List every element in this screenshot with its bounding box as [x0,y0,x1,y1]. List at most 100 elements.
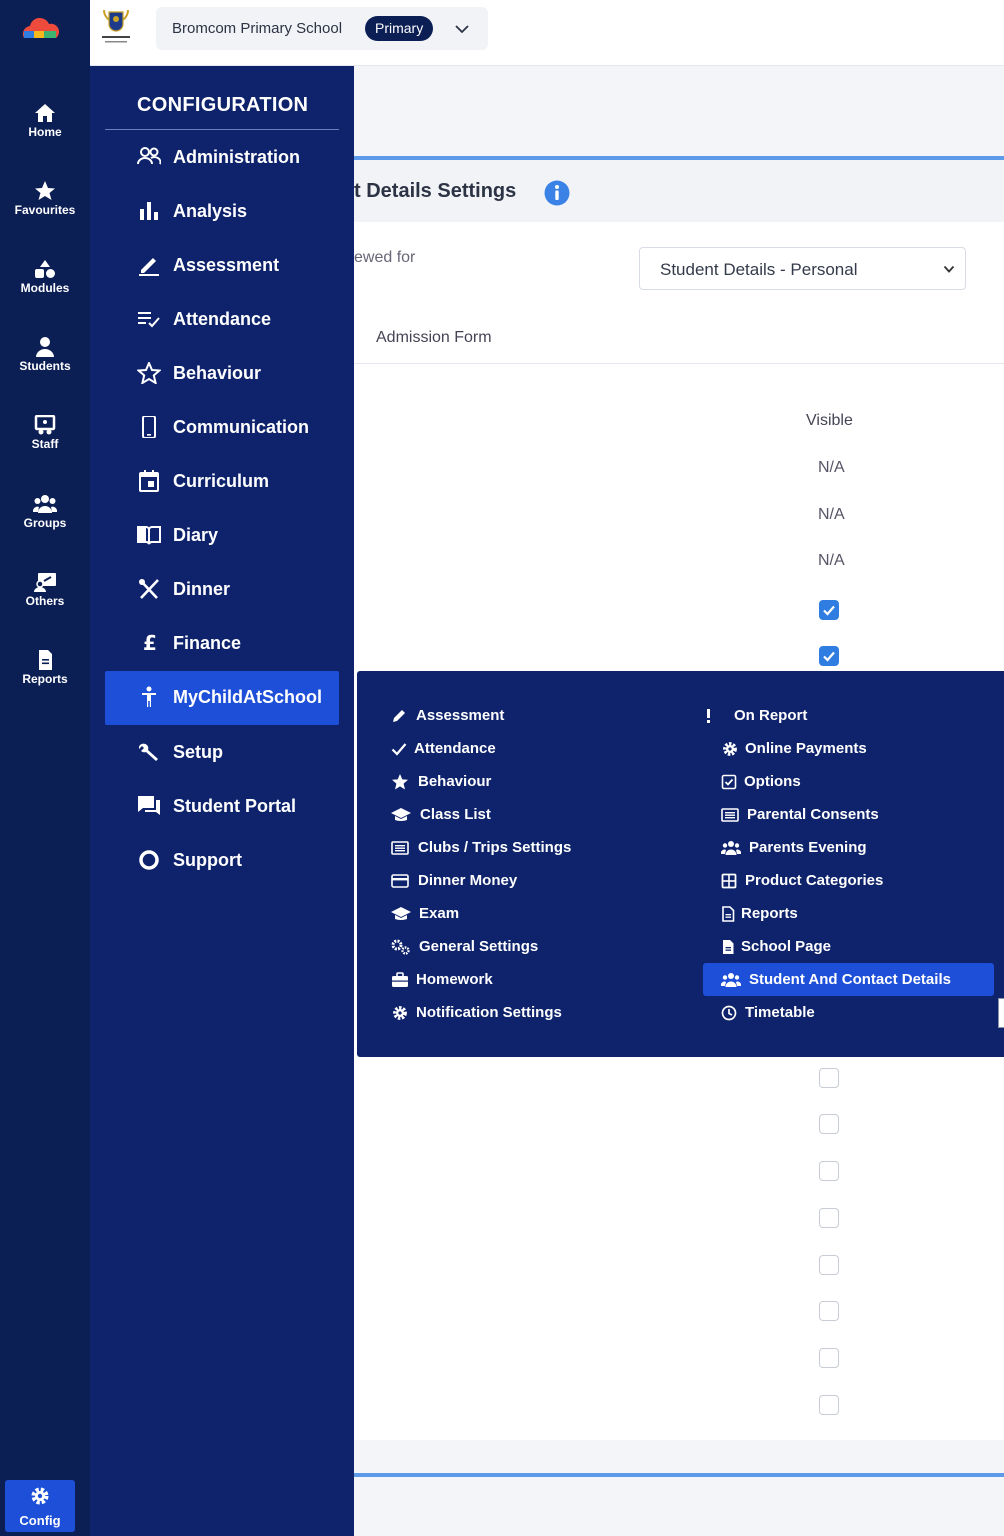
submenu-item-label: General Settings [419,938,539,955]
submenu-item-label: Class List [420,806,491,823]
submenu-item-label: Timetable [745,1004,815,1021]
submenu-item-label: Attendance [414,740,496,757]
rail-home[interactable]: Home [0,103,90,163]
view-selector[interactable]: Student Details - Personal [639,247,966,290]
submenu-item-notification-settings[interactable]: Notification Settings [391,998,691,1028]
config-item-label: Communication [173,417,310,437]
submenu-item-parents-evening[interactable]: Parents Evening [703,833,994,863]
users-icon [137,147,161,165]
pen-icon [139,258,159,276]
submenu-item-label: Parents Evening [749,839,867,856]
config-item-assessment[interactable]: Assessment [105,239,339,293]
submenu-item-class-list[interactable]: Class List [391,800,691,830]
submenu-item-label: Parental Consents [747,806,879,823]
book-icon [137,526,161,545]
config-item-diary[interactable]: Diary [105,509,339,563]
modules-icon [35,260,55,278]
visible-cell: N/A [818,506,845,523]
config-item-support[interactable]: Support [105,834,339,888]
configuration-menu: CONFIGURATION Administration Analysis As… [90,66,354,1536]
config-item-analysis[interactable]: Analysis [105,185,339,239]
visible-checkbox[interactable] [819,646,839,666]
config-item-finance[interactable]: £ Finance [105,617,339,671]
view-selector-value: Student Details - Personal [660,260,858,279]
visible-checkbox[interactable] [819,1161,839,1181]
config-item-dinner[interactable]: Dinner [105,563,339,617]
exclamation-icon [707,709,710,723]
rail-groups[interactable]: Groups [0,494,90,554]
visible-checkbox[interactable] [819,1208,839,1228]
submenu-item-student-and-contact-details[interactable]: Student And Contact Details [703,963,994,996]
submenu-item-timetable[interactable]: Timetable [703,998,994,1028]
submenu-item-attendance[interactable]: Attendance [391,734,691,764]
config-item-administration[interactable]: Administration [105,131,339,185]
submenu-item-label: Online Payments [745,740,867,757]
checklist-icon [138,312,160,328]
submenu-item-on-report[interactable]: On Report [703,701,994,731]
home-icon [35,104,55,122]
staff-icon [34,415,56,435]
submenu-item-parental-consents[interactable]: Parental Consents [703,800,994,830]
school-crest-icon [102,9,130,43]
school-phase-badge: Primary [365,16,434,41]
scrollbar-handle[interactable] [998,998,1004,1028]
rail-label: Home [28,125,62,139]
check-icon [391,743,407,756]
submenu-item-online-payments[interactable]: Online Payments [703,734,994,764]
config-item-behaviour[interactable]: Behaviour [105,347,339,401]
submenu-item-homework[interactable]: Homework [391,965,691,995]
submenu-item-assessment[interactable]: Assessment [391,701,691,731]
rail-label: Reports [22,672,68,686]
grid-icon [721,873,737,889]
submenu-item-school-page[interactable]: School Page [703,932,994,962]
rail-label: Students [19,359,71,373]
submenu-item-product-categories[interactable]: Product Categories [703,866,994,896]
rail-label: Favourites [14,203,76,217]
content-accent-bar [354,1473,1004,1477]
visible-checkbox[interactable] [819,1348,839,1368]
visible-checkbox[interactable] [819,1114,839,1134]
submenu-item-label: Behaviour [418,773,492,790]
visible-checkbox[interactable] [819,1255,839,1275]
phone-icon [142,416,156,438]
gear-icon [723,742,737,756]
submenu-item-general-settings[interactable]: General Settings [391,932,691,962]
submenu-item-clubs-trips-settings[interactable]: Clubs / Trips Settings [391,833,691,863]
config-item-student-portal[interactable]: Student Portal [105,780,339,834]
visible-checkbox[interactable] [819,1301,839,1321]
rail-favourites[interactable]: Favourites [0,181,90,241]
tab-admission-form[interactable]: Admission Form [376,329,492,347]
config-item-label: Setup [173,742,224,762]
bromcom-logo[interactable] [20,16,60,44]
graduation-cap-icon [391,808,411,822]
submenu-item-label: On Report [734,707,808,724]
config-item-setup[interactable]: Setup [105,726,339,780]
config-item-curriculum[interactable]: Curriculum [105,455,339,509]
submenu-item-behaviour[interactable]: Behaviour [391,767,691,797]
rail-staff[interactable]: Staff [0,415,90,475]
rail-reports[interactable]: Reports [0,650,90,710]
submenu-item-dinner-money[interactable]: Dinner Money [391,866,691,896]
page-title: t Details Settings [354,180,517,202]
rail-config-button[interactable]: Config [5,1480,75,1532]
visible-checkbox[interactable] [819,600,839,620]
gears-icon [391,939,410,955]
left-rail: Home Favourites Modules Students Staff G… [0,0,90,1536]
submenu-item-exam[interactable]: Exam [391,899,691,929]
info-icon[interactable] [544,180,570,206]
visible-checkbox[interactable] [819,1068,839,1088]
submenu-item-options[interactable]: Options [703,767,994,797]
rail-others[interactable]: Others [0,572,90,632]
users-icon [721,973,741,987]
pencil-icon [393,710,405,722]
config-item-communication[interactable]: Communication [105,401,339,455]
school-selector[interactable]: Bromcom Primary School Primary [156,7,488,50]
config-item-attendance[interactable]: Attendance [105,293,339,347]
chevron-down-icon [943,265,955,273]
rail-modules[interactable]: Modules [0,259,90,319]
submenu-item-label: Clubs / Trips Settings [418,839,572,856]
submenu-item-reports[interactable]: Reports [703,899,994,929]
visible-checkbox[interactable] [819,1395,839,1415]
config-item-mychildatschool[interactable]: MyChildAtSchool [105,671,339,725]
rail-students[interactable]: Students [0,337,90,397]
